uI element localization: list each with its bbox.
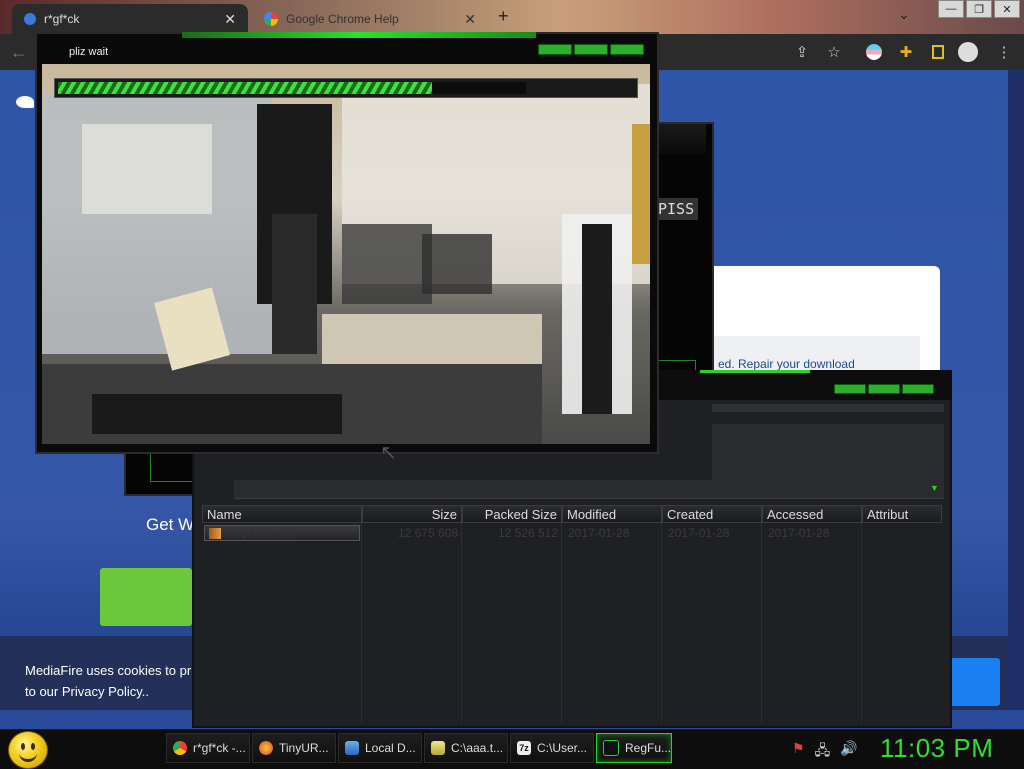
busy-cursor-icon: ↖ bbox=[380, 442, 397, 464]
column-header-accessed[interactable]: Accessed bbox=[762, 505, 862, 523]
share-icon[interactable]: ⇪ bbox=[792, 42, 812, 62]
column-header-modified[interactable]: Modified bbox=[562, 505, 662, 523]
back-arrow-icon[interactable]: ← bbox=[10, 42, 28, 63]
wait-progress-fill bbox=[58, 82, 433, 94]
minimize-button[interactable]: — bbox=[938, 0, 964, 18]
repair-download-link[interactable]: ed. Repair your download bbox=[718, 357, 855, 371]
star-icon[interactable]: ☆ bbox=[824, 42, 844, 62]
regfuck-icon bbox=[603, 740, 619, 756]
taskbar-item-explorer[interactable]: Local D... bbox=[338, 733, 422, 763]
taskbar-item-label: C:\User... bbox=[537, 741, 588, 755]
file-name: RegFuck.exe bbox=[225, 526, 296, 540]
notepad-icon bbox=[431, 741, 445, 755]
taskbar-item-7zip[interactable]: 7z C:\User... bbox=[510, 733, 594, 763]
window-controls: — ❐ ✕ bbox=[938, 0, 1020, 18]
column-header-attributes[interactable]: Attribut bbox=[862, 505, 942, 523]
close-tab-icon[interactable]: ✕ bbox=[464, 11, 476, 28]
file-modified: 2017-01-28 bbox=[568, 526, 630, 540]
cookie-accept-button[interactable] bbox=[950, 658, 1000, 706]
system-tray: ⚑ 🖧 🔊 bbox=[792, 740, 858, 764]
wait-close-button[interactable] bbox=[610, 44, 644, 55]
7zip-icon: 7z bbox=[517, 741, 531, 755]
wait-maximize-button[interactable] bbox=[574, 44, 608, 55]
firefox-icon bbox=[259, 741, 273, 755]
archive-address-bar[interactable] bbox=[234, 480, 944, 499]
taskbar-item-label: TinyUR... bbox=[279, 741, 329, 755]
installer-overlay-text: PISS bbox=[654, 198, 699, 220]
taskbar-item-regfuck[interactable]: RegFu... bbox=[596, 733, 672, 763]
sidebar-icon[interactable] bbox=[928, 42, 948, 62]
wait-progress-track bbox=[58, 82, 526, 94]
close-window-button[interactable]: ✕ bbox=[994, 0, 1020, 18]
get-heading: Get W bbox=[146, 515, 195, 534]
tab-chrome-help[interactable]: Google Chrome Help ✕ bbox=[252, 4, 488, 34]
page-scrollbar[interactable] bbox=[1008, 70, 1024, 710]
column-header-created[interactable]: Created bbox=[662, 505, 762, 523]
taskbar-item-notepad[interactable]: C:\aaa.t... bbox=[424, 733, 508, 763]
installer-titlebar[interactable] bbox=[656, 124, 706, 154]
start-button-smiley-icon[interactable] bbox=[8, 731, 48, 769]
network-warning-icon[interactable]: ⚑ bbox=[792, 740, 805, 764]
file-attributes bbox=[862, 525, 942, 541]
network-icon[interactable]: 🖧 bbox=[815, 740, 831, 764]
column-header-packed-size[interactable]: Packed Size bbox=[462, 505, 562, 523]
tab-favicon-icon bbox=[24, 13, 36, 25]
exe-file-icon bbox=[209, 527, 221, 539]
file-name-cell[interactable]: RegFuck.exe bbox=[204, 525, 360, 541]
tab-title: r*gf*ck bbox=[44, 12, 80, 26]
taskbar-item-chrome[interactable]: r*gf*ck -... bbox=[166, 733, 250, 763]
folder-icon bbox=[345, 741, 359, 755]
chrome-icon bbox=[173, 741, 187, 755]
taskbar-item-label: Local D... bbox=[365, 741, 416, 755]
archive-file-list bbox=[202, 523, 942, 723]
file-size: 12 675 608 bbox=[397, 526, 458, 540]
cookie-text: MediaFire uses cookies to pr to our Priv… bbox=[25, 663, 192, 699]
video-frame bbox=[42, 64, 650, 444]
column-header-name[interactable]: Name bbox=[202, 505, 362, 523]
archive-accent-line bbox=[700, 370, 810, 373]
puzzle-icon[interactable]: ✚ bbox=[896, 42, 916, 62]
volume-icon[interactable]: 🔊 bbox=[840, 740, 857, 764]
tab-title: Google Chrome Help bbox=[286, 12, 399, 26]
tab-rgfck[interactable]: r*gf*ck ✕ bbox=[12, 4, 248, 34]
taskbar-item-label: C:\aaa.t... bbox=[451, 741, 504, 755]
new-tab-button[interactable]: + bbox=[498, 6, 509, 27]
taskbar-clock[interactable]: 11:03 PM bbox=[880, 733, 993, 764]
taskbar-item-label: RegFu... bbox=[625, 741, 672, 755]
archive-minimize-button[interactable] bbox=[834, 384, 866, 394]
file-created: 2017-01-28 bbox=[668, 526, 730, 540]
file-packed-size: 12 526 512 bbox=[497, 526, 558, 540]
address-dropdown-icon[interactable]: ▼ bbox=[930, 483, 939, 493]
wait-window-accent bbox=[182, 32, 536, 38]
archive-toolbar-panel bbox=[712, 424, 944, 486]
profile-icon[interactable] bbox=[958, 42, 978, 62]
file-accessed: 2017-01-28 bbox=[768, 526, 830, 540]
taskbar-item-label: r*gf*ck -... bbox=[193, 741, 246, 755]
archive-close-button[interactable] bbox=[902, 384, 934, 394]
close-tab-icon[interactable]: ✕ bbox=[224, 11, 236, 28]
video-scene bbox=[42, 64, 650, 444]
extension-icon[interactable] bbox=[864, 42, 884, 62]
column-header-size[interactable]: Size bbox=[362, 505, 462, 523]
maximize-button[interactable]: ❐ bbox=[966, 0, 992, 18]
download-button[interactable] bbox=[100, 568, 192, 626]
menu-icon[interactable]: ⋮ bbox=[994, 42, 1014, 62]
taskbar-item-firefox[interactable]: TinyUR... bbox=[252, 733, 336, 763]
tab-search-chevron-icon[interactable]: ⌄ bbox=[898, 6, 910, 23]
archive-toolbar bbox=[712, 404, 944, 412]
archive-window-controls bbox=[834, 384, 934, 394]
archive-column-headers: Name Size Packed Size Modified Created A… bbox=[202, 505, 942, 523]
wait-window-title: pliz wait bbox=[69, 46, 109, 58]
archive-maximize-button[interactable] bbox=[868, 384, 900, 394]
wait-minimize-button[interactable] bbox=[538, 44, 572, 55]
mediafire-logo-icon bbox=[16, 96, 34, 108]
table-row[interactable]: RegFuck.exe 12 675 608 12 526 512 2017-0… bbox=[202, 525, 942, 541]
google-g-icon bbox=[264, 12, 278, 26]
wait-window-controls bbox=[538, 44, 644, 55]
